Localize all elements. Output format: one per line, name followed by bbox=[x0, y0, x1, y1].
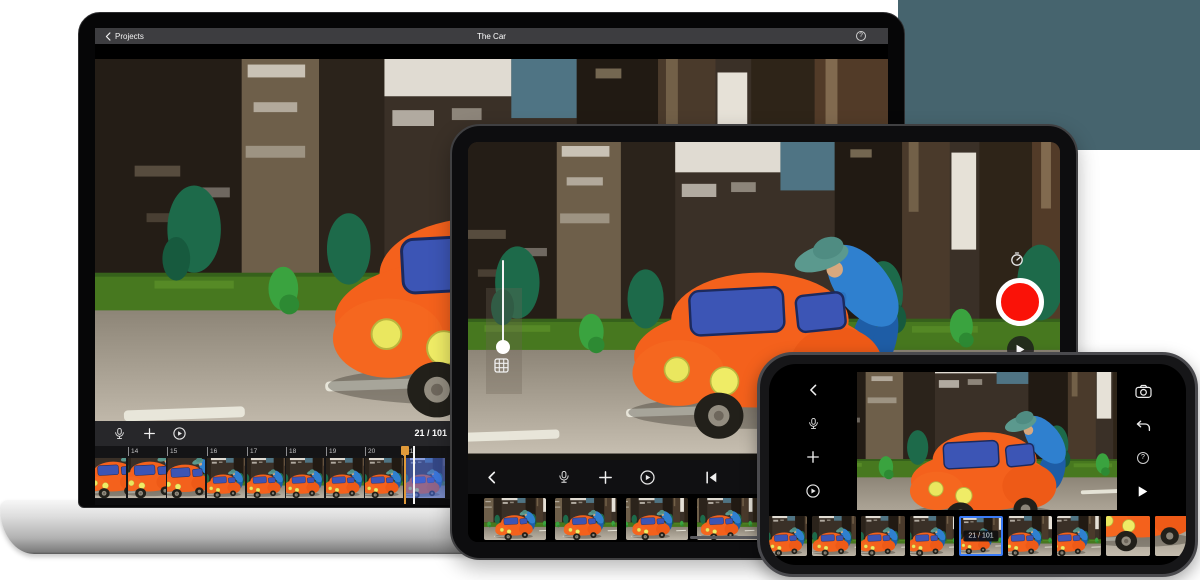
frame-counter: 21 / 101 bbox=[377, 421, 447, 446]
ruler-tick: 16 bbox=[207, 447, 217, 456]
iphone-device: ? 21 / 101 bbox=[757, 352, 1198, 577]
back-chevron-icon[interactable] bbox=[808, 384, 818, 396]
ruler-tick: 19 bbox=[326, 447, 336, 456]
add-frame-icon[interactable] bbox=[807, 451, 819, 463]
play-circle-icon[interactable] bbox=[173, 427, 186, 440]
frame-thumbnail[interactable] bbox=[1106, 516, 1150, 556]
frame-thumbnail[interactable] bbox=[1155, 516, 1186, 556]
playhead-line bbox=[404, 455, 406, 504]
ruler-tick: 17 bbox=[247, 447, 257, 456]
live-view-tint bbox=[405, 458, 445, 498]
help-icon[interactable]: ? bbox=[1137, 452, 1149, 464]
playhead-handle[interactable] bbox=[401, 446, 409, 455]
camera-icon[interactable] bbox=[1135, 384, 1152, 399]
frame-thumbnail[interactable] bbox=[247, 458, 285, 498]
microphone-icon[interactable] bbox=[557, 470, 571, 485]
frame-thumbnail[interactable] bbox=[861, 516, 905, 556]
play-icon[interactable] bbox=[1137, 485, 1149, 498]
frame-thumbnail[interactable] bbox=[167, 458, 205, 498]
frame-counter-badge: 21 / 101 bbox=[963, 531, 998, 542]
selected-frame-thumbnail[interactable]: 21 / 101 bbox=[959, 516, 1003, 556]
back-chevron-icon[interactable] bbox=[486, 471, 497, 484]
iphone-left-controls bbox=[791, 372, 835, 510]
add-frame-icon[interactable] bbox=[144, 428, 155, 439]
filmstrip-scrollbar[interactable] bbox=[690, 536, 764, 539]
frame-thumbnail[interactable] bbox=[910, 516, 954, 556]
frame-thumbnail[interactable] bbox=[769, 516, 807, 556]
frame-thumbnail[interactable] bbox=[326, 458, 364, 498]
ruler-tick: 15 bbox=[167, 447, 177, 456]
iphone-screen: ? 21 / 101 bbox=[769, 364, 1186, 565]
iphone-right-controls: ? bbox=[1121, 372, 1165, 510]
zoom-slider-track[interactable] bbox=[502, 260, 504, 346]
add-frame-icon[interactable] bbox=[599, 471, 612, 484]
undo-icon[interactable] bbox=[1135, 420, 1151, 432]
iphone-filmstrip: 21 / 101 bbox=[769, 516, 1186, 560]
help-button[interactable]: ? bbox=[856, 31, 866, 41]
mac-top-navigation-bar: Projects The Car ? bbox=[95, 28, 888, 44]
microphone-icon[interactable] bbox=[113, 427, 126, 441]
frame-thumbnail[interactable] bbox=[812, 516, 856, 556]
frame-thumbnail[interactable] bbox=[555, 498, 617, 540]
marketing-composite: Projects The Car ? 21 / 101 14 15 16 17 … bbox=[0, 0, 1200, 580]
frame-thumbnail[interactable] bbox=[128, 458, 166, 498]
frame-thumbnail[interactable] bbox=[95, 458, 126, 498]
ruler-tick: 14 bbox=[128, 447, 138, 456]
timer-icon[interactable] bbox=[1010, 252, 1024, 266]
playhead-cursor[interactable] bbox=[413, 446, 415, 504]
project-title: The Car bbox=[95, 32, 888, 41]
frame-thumbnail[interactable] bbox=[365, 458, 403, 498]
live-view-frame[interactable] bbox=[405, 458, 445, 498]
frame-thumbnail[interactable] bbox=[626, 498, 688, 540]
frame-thumbnail[interactable] bbox=[286, 458, 324, 498]
frame-thumbnail[interactable] bbox=[1008, 516, 1052, 556]
play-circle-icon[interactable] bbox=[640, 470, 655, 485]
record-button[interactable] bbox=[996, 278, 1044, 326]
zoom-slider-knob[interactable] bbox=[496, 340, 510, 354]
frame-thumbnail[interactable] bbox=[697, 498, 759, 540]
ruler-tick: 20 bbox=[365, 447, 375, 456]
frame-thumbnail[interactable] bbox=[484, 498, 546, 540]
play-circle-icon[interactable] bbox=[806, 484, 820, 498]
grid-overlay-icon[interactable] bbox=[494, 358, 509, 373]
ruler-tick: 18 bbox=[286, 447, 296, 456]
iphone-camera-preview bbox=[857, 372, 1117, 510]
skip-to-start-icon[interactable] bbox=[705, 471, 718, 484]
frame-thumbnail[interactable] bbox=[1057, 516, 1101, 556]
frame-thumbnail[interactable] bbox=[207, 458, 245, 498]
microphone-icon[interactable] bbox=[807, 417, 820, 431]
